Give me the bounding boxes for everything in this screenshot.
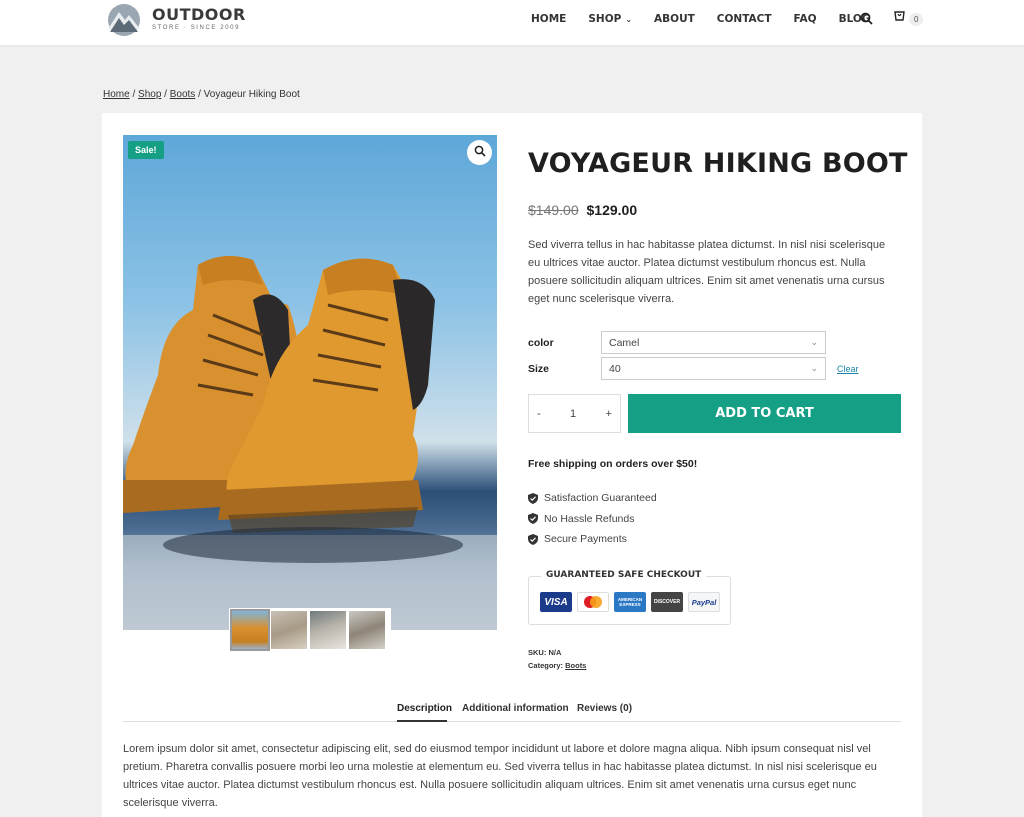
mastercard-icon [577, 592, 609, 612]
breadcrumb-separator: / [164, 89, 167, 100]
qty-input[interactable]: 1 [570, 408, 576, 420]
feature-label: Satisfaction Guaranteed [544, 492, 657, 505]
product-main-image[interactable] [123, 135, 497, 630]
search-icon[interactable] [860, 12, 874, 26]
size-select-value: 40 [609, 362, 621, 375]
breadcrumb: Home / Shop / Boots / Voyageur Hiking Bo… [103, 89, 300, 100]
shield-check-icon [528, 492, 538, 504]
nav-faq[interactable]: FAQ [794, 12, 817, 26]
breadcrumb-shop[interactable]: Shop [138, 89, 161, 100]
add-to-cart-button[interactable]: ADD TO CART [628, 394, 901, 433]
variation-size-row: Size 40 ⌄ [528, 357, 826, 380]
nav-contact[interactable]: CONTACT [717, 12, 772, 26]
chevron-down-icon: ⌄ [810, 337, 818, 347]
shield-check-icon [528, 533, 538, 545]
nav-about[interactable]: ABOUT [654, 12, 695, 26]
thumbnail[interactable] [271, 611, 307, 649]
size-label: Size [528, 362, 550, 375]
sku-value: N/A [548, 648, 562, 657]
thumbnail[interactable] [349, 611, 385, 649]
feature-label: No Hassle Refunds [544, 512, 635, 525]
breadcrumb-boots[interactable]: Boots [170, 89, 196, 100]
nav-shop[interactable]: SHOP ⌄ [588, 12, 632, 26]
product-price: $149.00 $129.00 [528, 202, 637, 218]
clear-variations-link[interactable]: Clear [837, 364, 859, 374]
list-item: No Hassle Refunds [528, 509, 657, 530]
chevron-down-icon: ⌄ [625, 14, 633, 24]
product-title: VOYAGEUR HIKING BOOT [528, 148, 908, 179]
sale-badge: Sale! [128, 141, 164, 159]
thumbnail[interactable] [310, 611, 346, 649]
category-label: Category: [528, 661, 564, 670]
paypal-icon: PayPal [688, 592, 720, 612]
thumbnail[interactable] [230, 609, 270, 651]
feature-list: Satisfaction Guaranteed No Hassle Refund… [528, 488, 657, 550]
thumbnail-strip [229, 608, 391, 652]
magnifier-icon [474, 144, 486, 162]
long-description: Lorem ipsum dolor sit amet, consectetur … [123, 743, 877, 809]
breadcrumb-separator: / [198, 89, 201, 100]
safe-checkout-title: GUARANTEED SAFE CHECKOUT [541, 570, 707, 580]
logo-tagline: STORE · SINCE 2009 [152, 25, 241, 31]
logo-title: OUTDOOR [152, 5, 246, 24]
price-sale: $129.00 [586, 202, 638, 218]
main-nav: HOME SHOP ⌄ ABOUT CONTACT FAQ BLOG [531, 12, 892, 26]
tab-description[interactable]: Description [397, 703, 452, 714]
breadcrumb-separator: / [132, 89, 136, 100]
list-item: Satisfaction Guaranteed [528, 488, 657, 509]
cart-button[interactable]: 0 [893, 10, 924, 29]
shield-check-icon [528, 513, 538, 525]
shipping-notice: Free shipping on orders over $50! [528, 458, 698, 470]
variation-color-row: color Camel ⌄ [528, 331, 826, 354]
amex-icon: AMERICAN EXPRESS [614, 592, 646, 612]
sku-line: SKU: N/A [528, 648, 561, 657]
payment-methods: VISA AMERICAN EXPRESS DISCOVER PayPal [540, 592, 725, 612]
list-item: Secure Payments [528, 529, 657, 550]
qty-decrement-button[interactable]: - [537, 408, 541, 420]
color-label: color [528, 336, 554, 349]
visa-icon: VISA [540, 592, 572, 612]
breadcrumb-current: Voyageur Hiking Boot [203, 89, 300, 100]
cart-icon [893, 10, 907, 29]
product-tabs: Description Additional information Revie… [123, 700, 901, 722]
color-select-value: Camel [609, 336, 640, 349]
nav-home[interactable]: HOME [531, 12, 566, 26]
site-header: OUTDOOR STORE · SINCE 2009 HOME SHOP ⌄ A… [0, 0, 1024, 45]
cart-count-badge: 0 [909, 13, 924, 26]
short-description: Sed viverra tellus in hac habitasse plat… [528, 239, 886, 305]
size-select[interactable]: 40 ⌄ [601, 357, 826, 380]
color-select[interactable]: Camel ⌄ [601, 331, 826, 354]
discover-icon: DISCOVER [651, 592, 683, 612]
quantity-stepper: - 1 + [528, 394, 621, 433]
tab-additional-information[interactable]: Additional information [462, 703, 569, 714]
mountain-logo-icon [104, 3, 144, 36]
breadcrumb-home[interactable]: Home [103, 89, 130, 100]
category-line: Category: Boots [528, 661, 586, 670]
active-tab-indicator [397, 720, 447, 722]
tab-reviews[interactable]: Reviews (0) [577, 703, 632, 714]
feature-label: Secure Payments [544, 533, 627, 546]
chevron-down-icon: ⌄ [810, 363, 818, 373]
qty-increment-button[interactable]: + [606, 408, 612, 420]
nav-shop-label: SHOP [588, 13, 622, 25]
site-logo[interactable]: OUTDOOR STORE · SINCE 2009 [104, 3, 246, 36]
zoom-button[interactable] [467, 140, 492, 165]
price-original: $149.00 [528, 202, 579, 218]
sku-label: SKU: [528, 648, 547, 657]
category-link[interactable]: Boots [565, 661, 586, 670]
